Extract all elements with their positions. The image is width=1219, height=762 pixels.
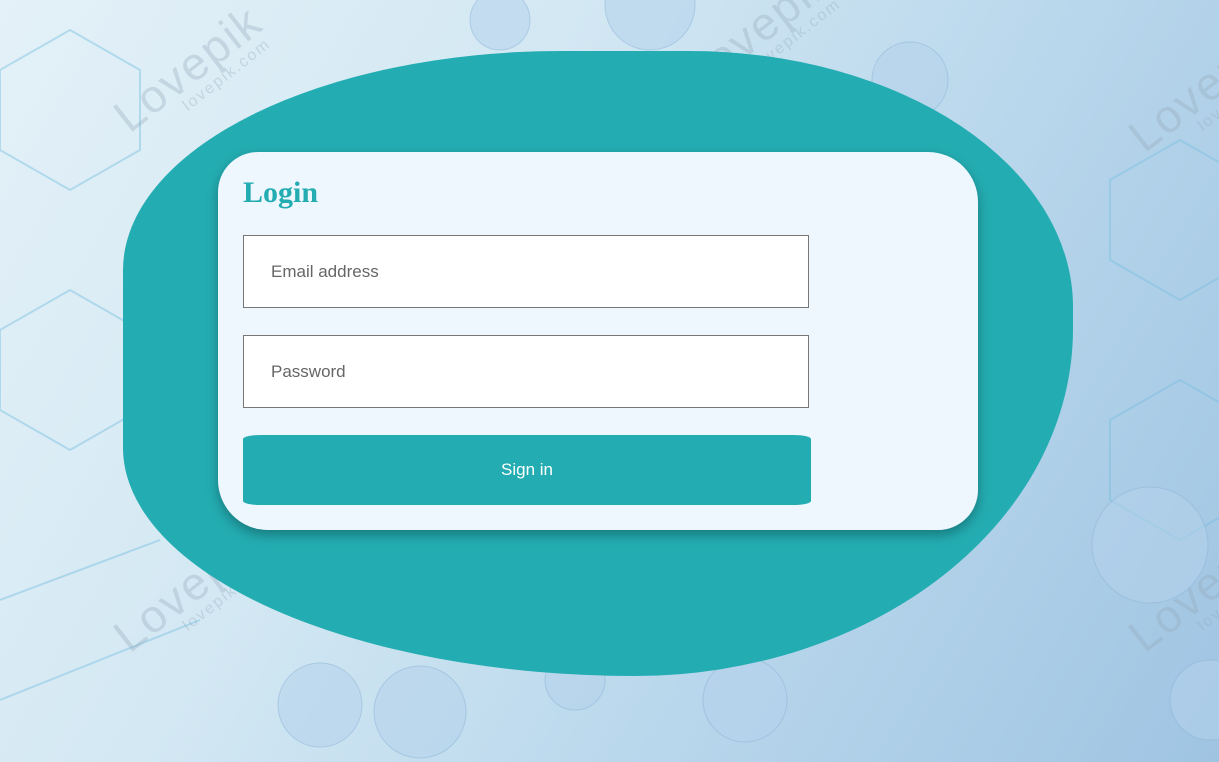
sign-in-button[interactable]: Sign in [243,435,811,505]
password-input[interactable] [243,335,809,408]
login-title: Login [243,176,319,209]
email-input[interactable] [243,235,809,308]
login-card: Login Sign in [218,152,978,530]
